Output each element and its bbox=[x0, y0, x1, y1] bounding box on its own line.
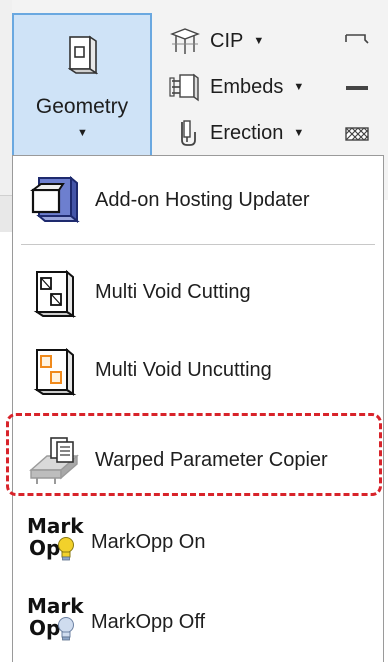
markopp-icon-text-bottom: Op bbox=[29, 616, 61, 640]
lightbulb-off-icon bbox=[58, 617, 74, 641]
line-icon[interactable] bbox=[343, 78, 371, 98]
chevron-down-icon: ▼ bbox=[293, 127, 305, 139]
highlight-box bbox=[6, 413, 382, 496]
embeds-label: Embeds bbox=[210, 75, 284, 98]
erection-label: Erection bbox=[210, 121, 284, 144]
menu-item-multi-void-uncutting[interactable]: Multi Void Uncutting bbox=[13, 332, 383, 408]
hosting-updater-icon bbox=[30, 175, 80, 224]
menu-item-markopp-off[interactable]: Mark Op MarkOpp Off bbox=[13, 584, 383, 660]
geometry-dropdown-menu: Add-on Hosting Updater Multi Void Cuttin… bbox=[12, 155, 384, 662]
embeds-icon bbox=[169, 73, 199, 102]
menu-item-label: Multi Void Cutting bbox=[95, 280, 251, 303]
menu-item-label: MarkOpp On bbox=[91, 530, 206, 553]
menu-separator bbox=[21, 244, 375, 245]
markopp-off-icon: Mark Op bbox=[27, 594, 84, 648]
markopp-icon-text-top: Mark bbox=[27, 514, 84, 538]
markopp-icon-text-bottom: Op bbox=[29, 536, 61, 560]
multi-void-uncutting-icon bbox=[33, 347, 77, 396]
erection-icon bbox=[181, 120, 196, 146]
menu-item-label: Add-on Hosting Updater bbox=[95, 188, 310, 211]
menu-item-markopp-on[interactable]: Mark Op MarkOpp On bbox=[13, 504, 383, 580]
menu-item-add-on-hosting-updater[interactable]: Add-on Hosting Updater bbox=[13, 162, 383, 238]
chevron-down-icon: ▼ bbox=[293, 81, 305, 93]
ribbon-left-edge bbox=[0, 0, 12, 200]
markopp-on-icon: Mark Op bbox=[27, 514, 84, 568]
ribbon-panel-bottom bbox=[0, 195, 12, 232]
geometry-box-icon bbox=[68, 35, 98, 75]
cip-icon bbox=[170, 28, 200, 54]
cip-label: CIP bbox=[210, 29, 244, 52]
erection-button[interactable]: Erection ▼ bbox=[168, 114, 304, 152]
chevron-down-icon: ▼ bbox=[77, 127, 88, 139]
lightbulb-on-icon bbox=[58, 537, 74, 561]
hatch-pattern-icon[interactable] bbox=[343, 124, 371, 144]
menu-item-multi-void-cutting[interactable]: Multi Void Cutting bbox=[13, 254, 383, 330]
markopp-icon-text-top: Mark bbox=[27, 594, 84, 618]
chevron-down-icon: ▼ bbox=[253, 35, 265, 47]
menu-item-label: Multi Void Uncutting bbox=[95, 358, 272, 381]
wall-outline-icon[interactable] bbox=[343, 30, 371, 50]
geometry-button[interactable]: Geometry ▼ bbox=[12, 13, 152, 158]
multi-void-cutting-icon bbox=[33, 269, 77, 318]
menu-item-label: MarkOpp Off bbox=[91, 610, 206, 633]
geometry-label: Geometry bbox=[35, 95, 129, 118]
cip-button[interactable]: CIP ▼ bbox=[168, 22, 264, 60]
embeds-button[interactable]: Embeds ▼ bbox=[168, 68, 304, 106]
